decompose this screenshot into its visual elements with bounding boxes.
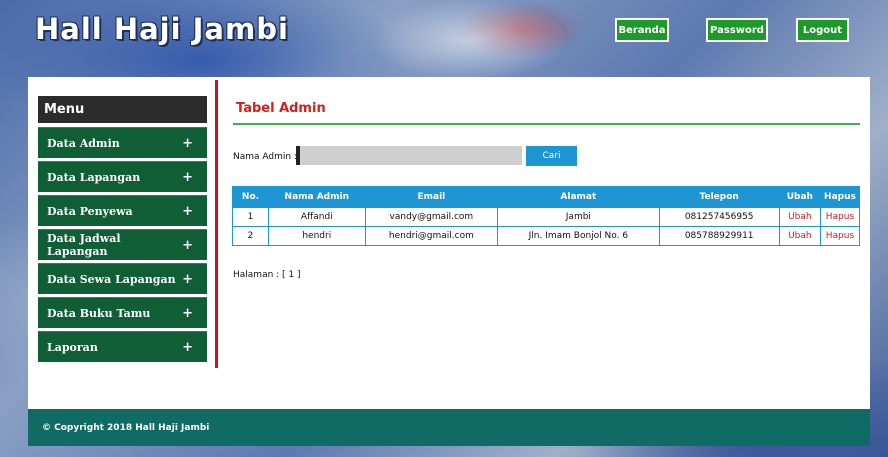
admin-table: No. Nama Admin Email Alamat Telepon Ubah… bbox=[232, 186, 861, 246]
expand-icon: + bbox=[182, 271, 193, 287]
sidebar-item-label: Data Buku Tamu bbox=[47, 306, 151, 320]
search-label: Nama Admin : bbox=[233, 152, 297, 162]
column-header: Telepon bbox=[658, 186, 780, 208]
search-button[interactable]: Cari bbox=[526, 146, 577, 166]
expand-icon: + bbox=[182, 237, 193, 253]
sidebar-item-label: Data Sewa Lapangan bbox=[47, 272, 176, 286]
expand-icon: + bbox=[182, 169, 193, 185]
column-header: Email bbox=[364, 186, 499, 208]
cell-nama: Affandi bbox=[267, 207, 366, 227]
cell-telepon: 085788929911 bbox=[658, 226, 780, 246]
page-title: Tabel Admin bbox=[236, 101, 326, 116]
footer: © Copyright 2018 Hall Haji Jambi bbox=[28, 409, 870, 446]
delete-link[interactable]: Hapus bbox=[819, 207, 861, 227]
expand-icon: + bbox=[182, 203, 193, 219]
expand-icon: + bbox=[182, 135, 193, 151]
sidebar-item-label: Data Lapangan bbox=[47, 170, 141, 184]
expand-icon: + bbox=[182, 339, 193, 355]
edit-link[interactable]: Ubah bbox=[778, 226, 821, 246]
cell-email: vandy@gmail.com bbox=[364, 207, 499, 227]
column-header: Hapus bbox=[819, 186, 861, 208]
sidebar-item-label: Data Admin bbox=[47, 136, 120, 150]
column-header: Alamat bbox=[497, 186, 660, 208]
cell-telepon: 081257456955 bbox=[658, 207, 780, 227]
sidebar-item-data-lapangan[interactable]: Data Lapangan + bbox=[38, 161, 207, 192]
title-underline bbox=[233, 123, 860, 125]
sidebar-item-data-jadwal-lapangan[interactable]: Data Jadwal Lapangan + bbox=[38, 229, 207, 260]
sidebar-item-data-buku-tamu[interactable]: Data Buku Tamu + bbox=[38, 297, 207, 328]
sidebar-item-label: Data Jadwal Lapangan bbox=[47, 232, 121, 258]
search-input[interactable] bbox=[296, 146, 522, 165]
sidebar-item-data-admin[interactable]: Data Admin + bbox=[38, 127, 207, 158]
cell-alamat: Jambi bbox=[497, 207, 660, 227]
logout-button[interactable]: Logout bbox=[796, 18, 849, 42]
table-row: 2 hendri hendri@gmail.com Jln. Imam Bonj… bbox=[232, 226, 861, 246]
cell-no: 1 bbox=[232, 207, 269, 227]
cell-alamat: Jln. Imam Bonjol No. 6 bbox=[497, 226, 660, 246]
expand-icon: + bbox=[182, 305, 193, 321]
table-row: 1 Affandi vandy@gmail.com Jambi 08125745… bbox=[232, 207, 861, 227]
beranda-button[interactable]: Beranda bbox=[615, 18, 669, 42]
password-button[interactable]: Password bbox=[706, 18, 768, 42]
sidebar-item-label: Laporan bbox=[47, 340, 98, 354]
sidebar-item-label: Data Penyewa bbox=[47, 204, 133, 218]
menu-heading: Menu bbox=[38, 96, 207, 123]
sidebar-menu: Data Admin + Data Lapangan + Data Penyew… bbox=[38, 127, 207, 365]
sidebar-item-laporan[interactable]: Laporan + bbox=[38, 331, 207, 362]
top-navigation: Beranda Password Logout bbox=[0, 18, 888, 42]
edit-link[interactable]: Ubah bbox=[778, 207, 821, 227]
cell-email: hendri@gmail.com bbox=[364, 226, 499, 246]
sidebar-divider bbox=[215, 80, 218, 368]
column-header: Ubah bbox=[778, 186, 821, 208]
cell-nama: hendri bbox=[267, 226, 366, 246]
pagination: Halaman : [ 1 ] bbox=[233, 270, 301, 280]
cell-no: 2 bbox=[232, 226, 269, 246]
sidebar-item-data-sewa-lapangan[interactable]: Data Sewa Lapangan + bbox=[38, 263, 207, 294]
column-header: No. bbox=[232, 186, 269, 208]
table-header-row: No. Nama Admin Email Alamat Telepon Ubah… bbox=[232, 186, 861, 208]
column-header: Nama Admin bbox=[267, 186, 366, 208]
delete-link[interactable]: Hapus bbox=[819, 226, 861, 246]
sidebar-item-data-penyewa[interactable]: Data Penyewa + bbox=[38, 195, 207, 226]
